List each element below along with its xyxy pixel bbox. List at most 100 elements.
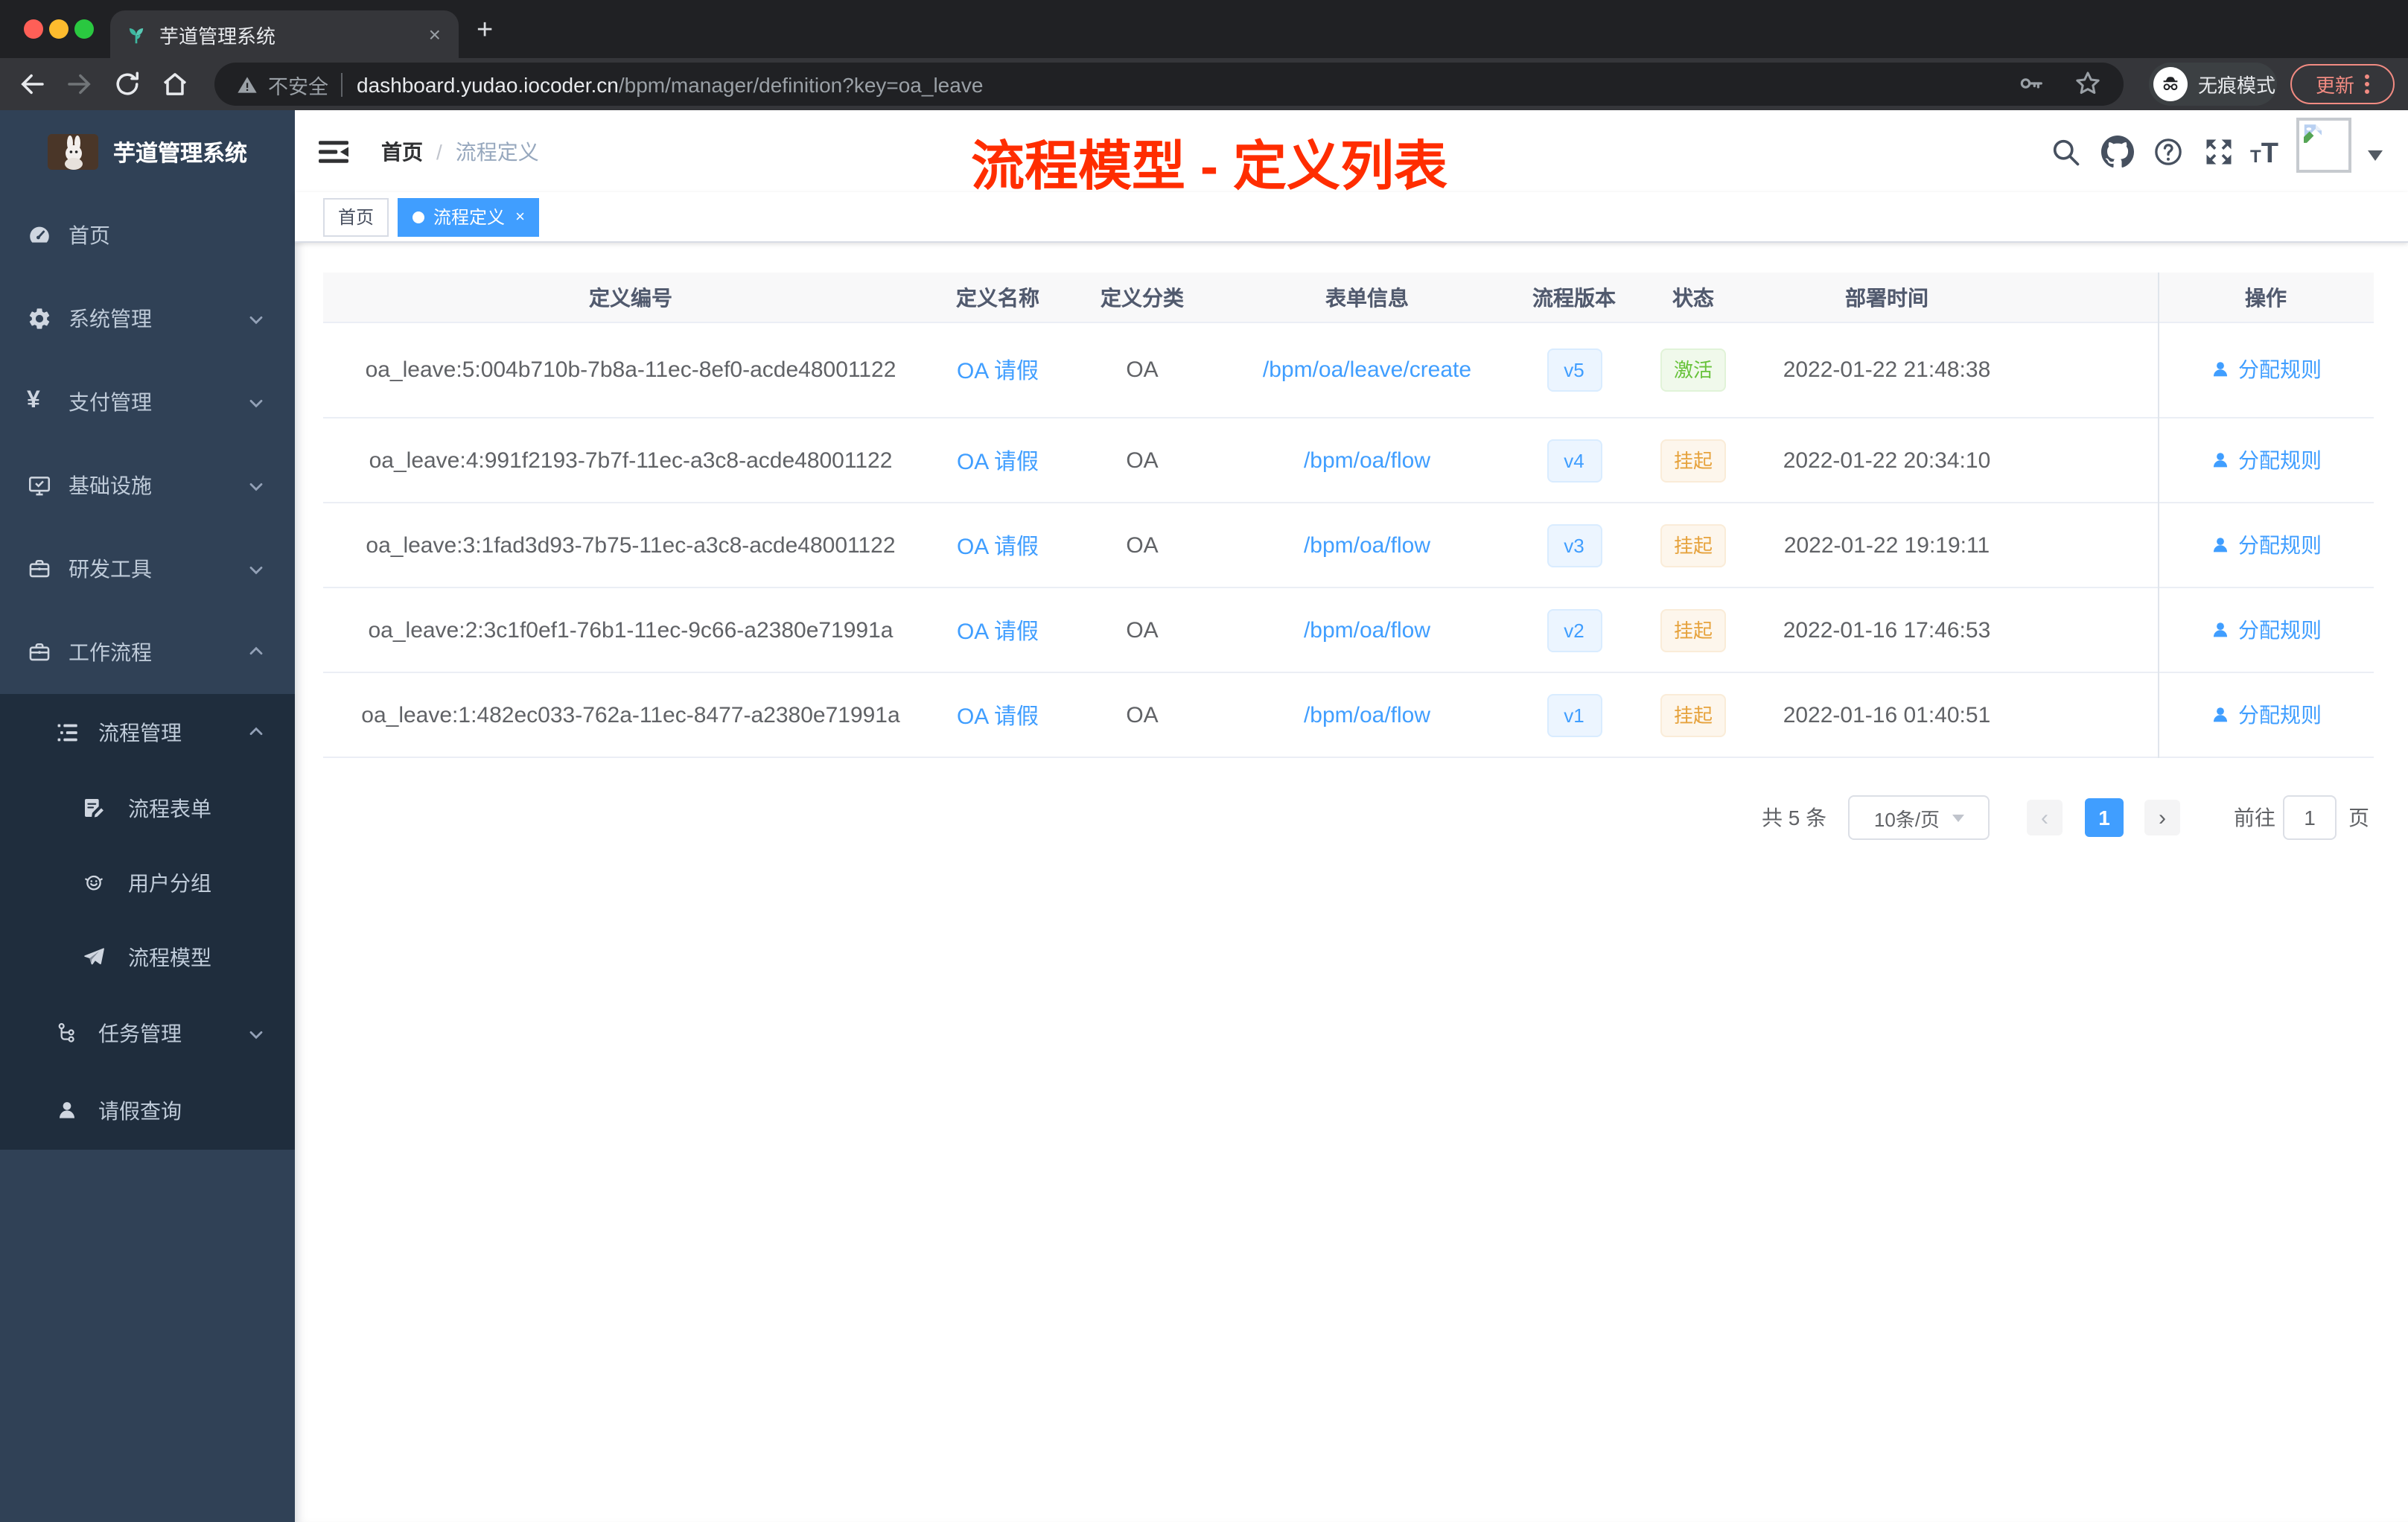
sidebar-item-label: 系统管理 xyxy=(69,307,152,331)
sidebar-item-label: 流程表单 xyxy=(128,797,211,821)
page-number-button[interactable]: 1 xyxy=(2085,798,2124,837)
page-size-select[interactable]: 10条/页 xyxy=(1848,795,1990,840)
sidebar-item-label: 用户分组 xyxy=(128,871,211,895)
tag-process-definition[interactable]: 流程定义 × xyxy=(398,197,540,236)
help-icon[interactable] xyxy=(2152,136,2185,168)
version-badge: v5 xyxy=(1547,348,1602,392)
sidebar-item-home[interactable]: 首页 xyxy=(0,194,295,277)
assign-rule-button[interactable]: 分配规则 xyxy=(2210,354,2322,384)
browser-tab[interactable]: 芋道管理系统 × xyxy=(110,10,459,58)
dashboard-icon xyxy=(27,223,52,248)
window-minimize-button[interactable] xyxy=(49,19,69,39)
tag-close-icon[interactable]: × xyxy=(515,208,525,226)
cell-deploy-time: 2022-01-22 19:19:11 xyxy=(1783,532,1990,558)
column-header-action: 操作 xyxy=(2245,285,2287,309)
assign-rule-button[interactable]: 分配规则 xyxy=(2210,699,2322,729)
next-page-button[interactable]: › xyxy=(2144,800,2180,835)
avatar-caret-down-icon[interactable] xyxy=(2368,150,2383,161)
home-icon[interactable] xyxy=(159,69,191,100)
security-label[interactable]: 不安全 xyxy=(268,69,328,99)
sidebar-logo[interactable]: 芋道管理系统 xyxy=(0,110,295,194)
assign-rule-button[interactable]: 分配规则 xyxy=(2210,614,2322,644)
cell-deploy-time: 2022-01-22 21:48:38 xyxy=(1783,357,1991,383)
sidebar-item-user-group[interactable]: 用户分组 xyxy=(0,846,295,920)
github-icon[interactable] xyxy=(2101,136,2134,168)
incognito-badge: 无痕模式 xyxy=(2149,63,2277,106)
sidebar-item-task-management[interactable]: 任务管理 xyxy=(0,995,295,1072)
window-close-button[interactable] xyxy=(24,19,43,39)
sidebar-item-infrastructure[interactable]: 基础设施 xyxy=(0,444,295,527)
security-warning-icon[interactable] xyxy=(235,72,259,96)
cell-deploy-time: 2022-01-16 01:40:51 xyxy=(1783,702,1991,727)
form-link[interactable]: /bpm/oa/leave/create xyxy=(1263,357,1471,383)
definition-name-link[interactable]: OA 请假 xyxy=(957,534,1039,559)
table-row: oa_leave:2:3c1f0ef1-76b1-11ec-9c66-a2380… xyxy=(323,588,2374,673)
url-bar[interactable]: 不安全 dashboard.yudao.iocoder.cn/bpm/manag… xyxy=(214,63,2124,106)
pagination-total: 共 5 条 xyxy=(1762,806,1827,830)
back-icon[interactable] xyxy=(16,69,48,100)
cell-category: OA xyxy=(1126,702,1159,727)
sidebar-item-label: 工作流程 xyxy=(69,640,152,664)
form-link[interactable]: /bpm/oa/flow xyxy=(1304,448,1430,473)
column-header-version: 流程版本 xyxy=(1532,285,1616,309)
tag-home[interactable]: 首页 xyxy=(323,197,389,236)
definition-name-link[interactable]: OA 请假 xyxy=(957,359,1039,384)
sidebar-item-label: 流程模型 xyxy=(128,946,211,969)
search-icon[interactable] xyxy=(2049,136,2082,168)
definition-name-link[interactable]: OA 请假 xyxy=(957,704,1039,729)
sidebar-item-dev-tools[interactable]: 研发工具 xyxy=(0,527,295,611)
cell-definition-id: oa_leave:5:004b710b-7b8a-11ec-8ef0-acde4… xyxy=(365,357,896,383)
breadcrumb-home[interactable]: 首页 xyxy=(381,136,423,166)
tab-close-icon[interactable]: × xyxy=(426,22,444,46)
form-link[interactable]: /bpm/oa/flow xyxy=(1304,702,1430,727)
monitor-icon xyxy=(27,473,52,498)
sidebar-item-label: 流程管理 xyxy=(98,721,182,745)
form-link[interactable]: /bpm/oa/flow xyxy=(1304,532,1430,558)
assign-rule-button[interactable]: 分配规则 xyxy=(2210,529,2322,559)
list-tree-icon xyxy=(55,720,80,745)
sidebar-item-process-form[interactable]: 流程表单 xyxy=(0,771,295,846)
fullscreen-icon[interactable] xyxy=(2202,136,2235,168)
flow-icon xyxy=(55,1021,80,1046)
reload-icon[interactable] xyxy=(112,69,143,100)
chevron-up-icon xyxy=(247,643,265,661)
chevron-up-icon xyxy=(247,724,265,742)
avatar[interactable] xyxy=(2296,118,2351,173)
fixed-column-divider xyxy=(2158,273,2159,758)
new-tab-button[interactable]: + xyxy=(477,15,493,48)
column-header-category: 定义分类 xyxy=(1101,285,1184,309)
form-link[interactable]: /bpm/oa/flow xyxy=(1304,617,1430,643)
sidebar-item-process-management[interactable]: 流程管理 xyxy=(0,694,295,771)
cell-category: OA xyxy=(1126,532,1159,558)
browser-update-button[interactable]: 更新 xyxy=(2290,64,2395,104)
sidebar-item-payment[interactable]: ¥ 支付管理 xyxy=(0,360,295,444)
window-maximize-button[interactable] xyxy=(74,19,94,39)
browser-menu-kebab-icon[interactable] xyxy=(2365,74,2369,95)
incognito-icon xyxy=(2153,67,2188,101)
tag-label: 流程定义 xyxy=(433,207,506,228)
status-badge: 挂起 xyxy=(1660,439,1726,482)
workflow-submenu: 流程管理 流程表单 用户分组 流程模型 任务管理 请假查询 xyxy=(0,694,295,1150)
goto-page-input[interactable] xyxy=(2283,795,2337,840)
bookmark-star-icon[interactable] xyxy=(2073,69,2103,98)
sidebar-item-process-model[interactable]: 流程模型 xyxy=(0,920,295,995)
font-size-icon[interactable]: TT xyxy=(2250,138,2278,171)
password-key-icon[interactable] xyxy=(2016,69,2046,98)
logo-title: 芋道管理系统 xyxy=(113,141,248,166)
sidebar-item-label: 研发工具 xyxy=(69,557,152,581)
tab-title: 芋道管理系统 xyxy=(159,25,276,47)
forward-icon[interactable] xyxy=(64,69,95,100)
sidebar-item-leave-query[interactable]: 请假查询 xyxy=(0,1072,295,1150)
gear-icon xyxy=(27,306,52,331)
page-size-value: 10条/页 xyxy=(1873,808,1940,830)
tags-view-bar: 首页 流程定义 × xyxy=(295,192,2408,243)
definition-name-link[interactable]: OA 请假 xyxy=(957,449,1039,474)
screen: 芋道管理系统 × + 不安全 dashboard.yudao.iocoder.c… xyxy=(0,0,2408,1522)
sidebar-item-workflow[interactable]: 工作流程 xyxy=(0,611,295,694)
assign-rule-button[interactable]: 分配规则 xyxy=(2210,445,2322,474)
prev-page-button[interactable]: ‹ xyxy=(2027,800,2063,835)
definition-name-link[interactable]: OA 请假 xyxy=(957,619,1039,644)
hamburger-icon[interactable] xyxy=(319,137,348,167)
definition-table: 定义编号 定义名称 定义分类 表单信息 流程版本 状态 部署时间 操作 oa_l… xyxy=(323,273,2374,758)
sidebar-item-system[interactable]: 系统管理 xyxy=(0,277,295,360)
